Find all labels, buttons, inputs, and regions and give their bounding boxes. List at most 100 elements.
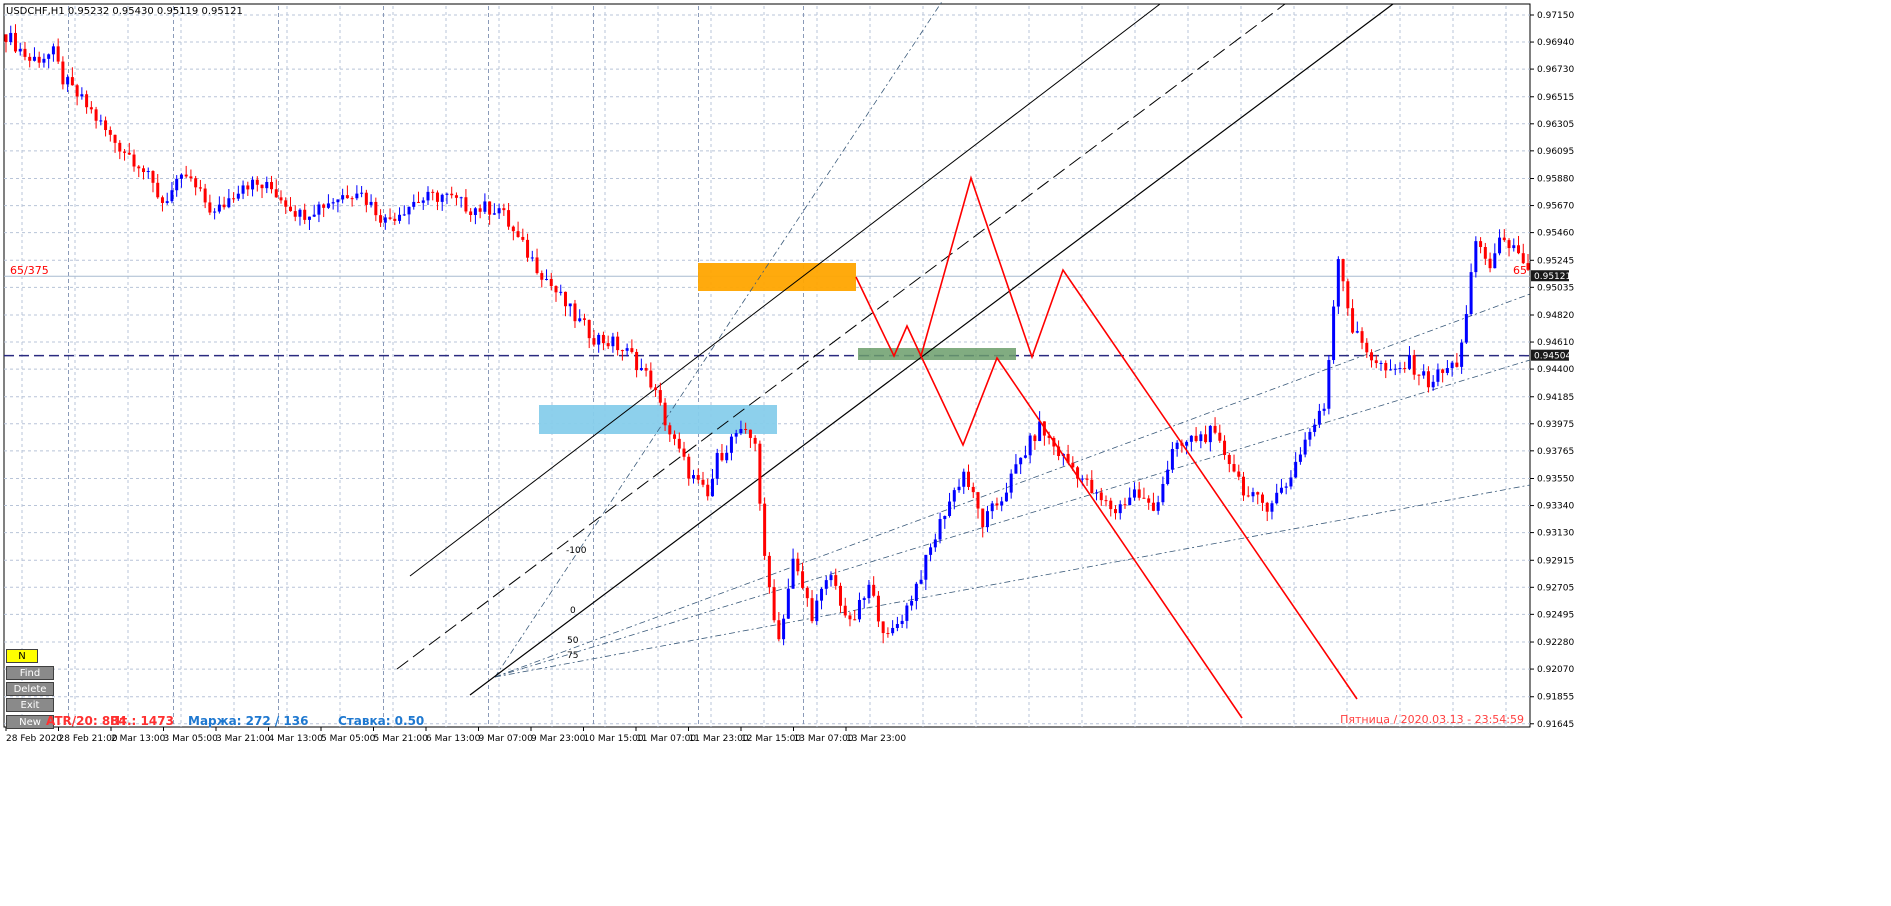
candle-body (331, 202, 335, 204)
candle-body (1393, 368, 1397, 370)
candle-body (957, 486, 961, 491)
candle-body (1251, 492, 1255, 497)
candle-body (1298, 454, 1302, 462)
candle-body (696, 475, 700, 480)
candle-body (682, 448, 686, 457)
candle-body (1204, 434, 1208, 443)
candle-body (445, 193, 449, 195)
left-ratio-label: 65/375 (10, 264, 49, 277)
candle-body (985, 511, 989, 528)
candle-body (587, 319, 591, 339)
candle-body (1445, 368, 1449, 373)
candle-body (1422, 371, 1426, 376)
candle-body (388, 217, 392, 219)
candle-body (1379, 362, 1383, 364)
candle-body (663, 402, 667, 426)
candle-body (511, 226, 515, 232)
candle-body (725, 452, 729, 461)
candle-body (530, 257, 534, 259)
candle-body (990, 503, 994, 512)
candle-body (606, 343, 610, 347)
candle-body (85, 94, 89, 108)
candle-body (142, 168, 146, 173)
candle-body (464, 197, 468, 212)
candle-body (1246, 495, 1250, 497)
candle-body (753, 437, 757, 444)
candle-body (66, 77, 70, 85)
candle-body (582, 318, 586, 320)
candle-body (1512, 245, 1516, 249)
fib-label-75: 75 (567, 651, 578, 661)
n-button[interactable]: N (6, 649, 38, 663)
candle-body (251, 179, 255, 190)
time-tick-label: 9 Mar 23:00 (531, 734, 586, 744)
candle-body (744, 428, 748, 430)
candle-body (563, 291, 567, 307)
candle-body (236, 193, 240, 199)
price-tick-label: 0.96940 (1537, 38, 1574, 48)
candles (4, 24, 1530, 646)
candle-body (137, 166, 141, 169)
symbol-header: USDCHF,H1 0.95232 0.95430 0.95119 0.9512… (6, 6, 243, 17)
candle-body (435, 192, 439, 202)
right-ratio-label: 65 (1513, 264, 1527, 277)
candle-body (369, 201, 373, 205)
candle-body (407, 206, 411, 215)
delete-button[interactable]: Delete (6, 682, 54, 696)
price-tick-label: 0.93975 (1537, 420, 1574, 430)
candle-body (450, 193, 454, 196)
candle-body (649, 370, 653, 388)
candle-body (47, 54, 51, 59)
time-tick-label: 28 Feb 21:00 (59, 734, 118, 744)
candle-body (1360, 331, 1364, 343)
candle-body (692, 475, 696, 479)
candle-body (364, 192, 368, 205)
candle-body (971, 486, 975, 493)
candle-body (805, 587, 809, 599)
find-button[interactable]: Find (6, 666, 54, 680)
candle-body (1407, 355, 1411, 369)
exit-button[interactable]: Exit (6, 698, 54, 712)
candle-body (89, 107, 93, 110)
candle-body (298, 209, 302, 217)
candle-body (497, 208, 501, 214)
candle-body (1237, 471, 1241, 477)
fan-lines (494, 0, 1531, 678)
candle-body (948, 501, 952, 516)
candle-body (1403, 368, 1407, 370)
candle-body (1384, 362, 1388, 371)
candle-body (374, 201, 378, 216)
candle-body (189, 176, 193, 179)
candle-body (687, 456, 691, 479)
price-tick-label: 0.96730 (1537, 65, 1574, 75)
candle-body (1365, 342, 1369, 353)
price-chart[interactable]: 0.97150 0.96940 0.96730 0.96515 0.96305 0.960… (0, 0, 1891, 902)
price-tick-label: 0.94610 (1537, 338, 1574, 348)
candle-body (1464, 314, 1468, 343)
candle-body (611, 336, 615, 347)
candle-body (1303, 439, 1307, 455)
candle-body (796, 558, 800, 572)
chart-area[interactable]: 0.97150 0.96940 0.96730 0.96515 0.96305 0.960… (0, 0, 1891, 902)
candle-body (393, 218, 397, 221)
candle-body (123, 151, 127, 153)
candle-body (1156, 502, 1160, 511)
candle-body (1151, 502, 1155, 511)
candle-body (701, 479, 705, 485)
candle-body (1033, 435, 1037, 442)
candle-body (28, 56, 32, 61)
candle-body (857, 599, 861, 620)
candle-body (208, 202, 212, 213)
projection-zigzag (855, 175, 1358, 719)
candle-body (573, 303, 577, 322)
candle-body (734, 433, 738, 437)
candle-body (1223, 440, 1227, 455)
candle-body (739, 428, 743, 434)
candle-body (198, 187, 202, 189)
candle-body (1488, 258, 1492, 269)
candle-body (184, 174, 188, 177)
candle-body (1213, 425, 1217, 433)
candle-body (61, 61, 65, 85)
candle-body (42, 58, 46, 63)
candle-body (1161, 483, 1165, 503)
